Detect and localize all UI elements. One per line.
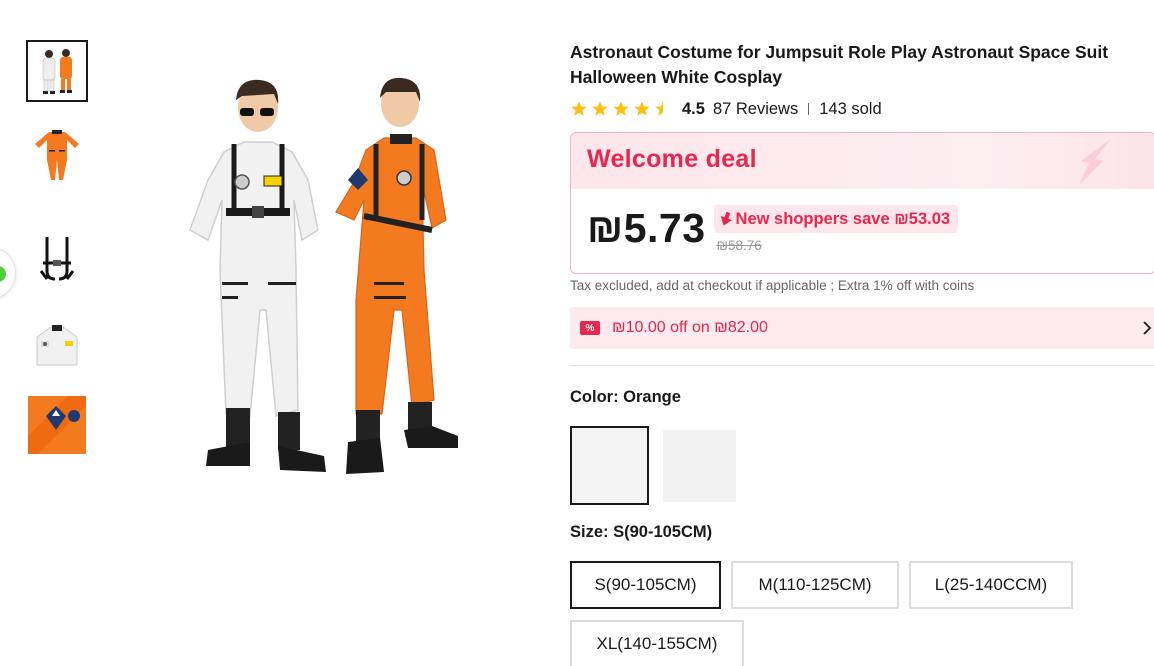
star-icon: [634, 101, 650, 116]
sold-count: 143 sold: [819, 99, 882, 118]
color-swatch-2[interactable]: [663, 430, 736, 502]
star-icon: [592, 101, 608, 116]
product-title: Astronaut Costume for Jumpsuit Role Play…: [570, 42, 1109, 87]
size-option-l[interactable]: L(25-140CCM): [909, 561, 1073, 609]
save-text: New shoppers save ₪53.03: [735, 209, 951, 228]
main-product-image[interactable]: [168, 70, 458, 490]
color-swatch-1[interactable]: [570, 426, 649, 505]
size-option-xl[interactable]: XL(140-155CM): [570, 620, 744, 666]
color-selected-value: Orange: [623, 388, 681, 406]
rating-stars[interactable]: [570, 100, 672, 118]
section-divider: [570, 365, 1154, 366]
deal-header: Welcome deal: [571, 133, 1154, 189]
coupon-banner[interactable]: % ₪10.00 off on ₪82.00: [570, 307, 1154, 349]
size-selected-value: S(90-105CM): [613, 523, 713, 541]
price-side: New shoppers save ₪53.03 ₪58.76: [713, 205, 959, 253]
color-label: Color: Orange: [570, 388, 681, 407]
size-label-title: Size:: [570, 523, 609, 541]
divider: [808, 103, 810, 115]
arrow-down-icon: [720, 212, 732, 226]
current-price: ₪5.73: [587, 205, 706, 251]
thumbnail-5-orange-patch[interactable]: [26, 394, 88, 456]
star-icon: [613, 101, 629, 116]
size-option-m[interactable]: M(110-125CM): [731, 561, 899, 609]
size-label: Size: S(90-105CM): [570, 523, 712, 542]
size-option-s[interactable]: S(90-105CM): [570, 561, 721, 609]
half-star-icon: [655, 101, 671, 116]
original-price: ₪58.76: [716, 238, 762, 253]
thumbnail-1-both-suits[interactable]: [26, 40, 88, 102]
chevron-right-icon[interactable]: [1140, 319, 1154, 337]
coupon-text: ₪10.00 off on ₪82.00: [612, 319, 768, 336]
tax-note: Tax excluded, add at checkout if applica…: [570, 278, 975, 293]
thumbnail-2-orange-suit[interactable]: [26, 122, 88, 184]
thumbnail-4-white-top[interactable]: [26, 312, 88, 374]
side-floating-tab[interactable]: [0, 246, 16, 300]
coupon-tag-icon: %: [580, 321, 600, 335]
welcome-deal-box: Welcome deal ₪5.73 New shoppers save ₪53…: [570, 132, 1154, 274]
new-shopper-save-badge: New shoppers save ₪53.03: [713, 205, 959, 233]
green-dot-icon: [0, 266, 6, 282]
color-label-title: Color:: [570, 388, 619, 406]
thumbnail-3-harness[interactable]: [26, 230, 88, 292]
rating-row: 4.5 87 Reviews 143 sold: [570, 98, 882, 120]
deal-title: Welcome deal: [587, 145, 757, 173]
price-row: ₪5.73 New shoppers save ₪53.03 ₪58.76: [587, 205, 959, 253]
rating-value: 4.5: [682, 99, 705, 118]
deal-decoration-icon: [1079, 139, 1111, 185]
reviews-link[interactable]: 87 Reviews: [713, 100, 798, 119]
star-icon: [571, 101, 587, 116]
